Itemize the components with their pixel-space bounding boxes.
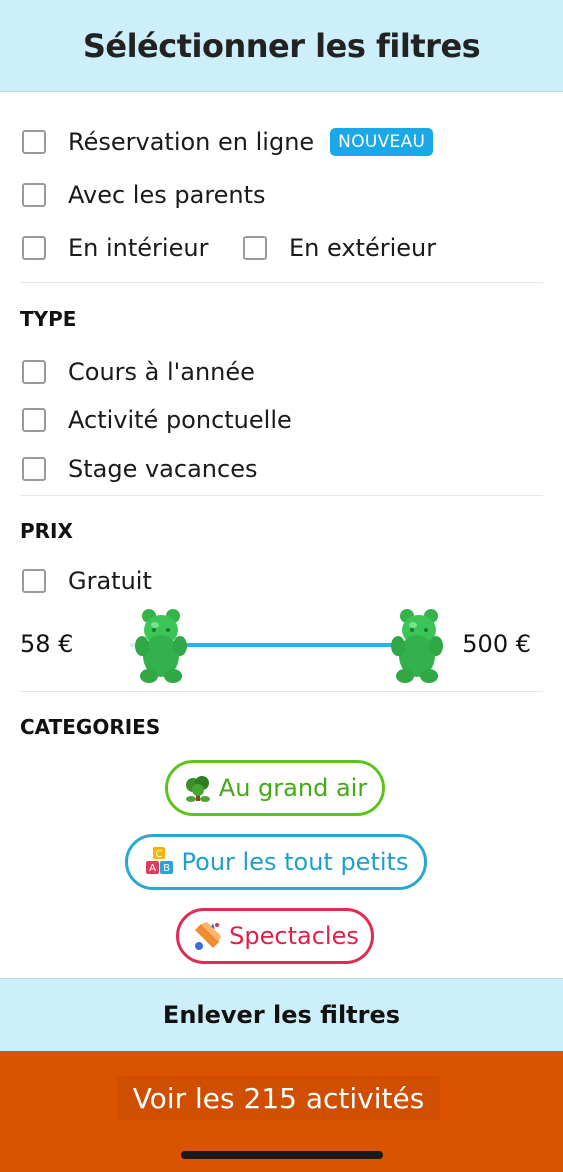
type-section-title: TYPE: [20, 307, 77, 331]
divider: [20, 282, 543, 283]
new-badge: NOUVEAU: [330, 128, 434, 156]
divider: [20, 495, 543, 496]
outdoor-checkbox[interactable]: [243, 236, 267, 260]
category-outdoors-label: Au grand air: [218, 774, 368, 802]
price-slider-track[interactable]: [170, 643, 418, 647]
with-parents-checkbox[interactable]: [22, 183, 46, 207]
svg-text:C: C: [155, 849, 162, 860]
header-bar: Séléctionner les filtres: [0, 0, 563, 92]
with-parents-label: Avec les parents: [68, 181, 266, 209]
one-off-activity-checkbox[interactable]: [22, 408, 46, 432]
svg-text:B: B: [163, 863, 170, 874]
type-option-one-off[interactable]: Activité ponctuelle: [22, 406, 292, 434]
category-shows-label: Spectacles: [229, 922, 359, 950]
type-option-yearly[interactable]: Cours à l'année: [22, 358, 255, 386]
categories-section-title: CATEGORIES: [20, 715, 161, 739]
option-online-booking[interactable]: Réservation en ligne NOUVEAU: [22, 128, 434, 156]
category-toddlers-label: Pour les tout petits: [181, 848, 409, 876]
gummy-bear-icon: [391, 609, 443, 683]
clear-filters-label: Enlever les filtres: [162, 1001, 401, 1029]
price-max-value: 500 €: [462, 630, 531, 658]
price-slider-min-handle[interactable]: [132, 606, 194, 684]
price-min-value: 58 €: [20, 630, 74, 658]
option-outdoor[interactable]: En extérieur: [243, 234, 436, 262]
price-section-title: PRIX: [20, 519, 73, 543]
price-option-free[interactable]: Gratuit: [22, 567, 152, 595]
free-label: Gratuit: [68, 567, 152, 595]
one-off-activity-label: Activité ponctuelle: [68, 406, 292, 434]
online-booking-checkbox[interactable]: [22, 130, 46, 154]
category-outdoors-chip[interactable]: Au grand air: [165, 760, 385, 816]
category-toddlers-chip[interactable]: C A B Pour les tout petits: [125, 834, 427, 890]
yearly-course-label: Cours à l'année: [68, 358, 255, 386]
abc-blocks-icon: C A B: [144, 846, 176, 878]
see-activities-button[interactable]: Voir les 215 activités: [117, 1076, 440, 1120]
option-with-parents[interactable]: Avec les parents: [22, 181, 266, 209]
option-indoor[interactable]: En intérieur: [22, 234, 208, 262]
type-option-holiday-camp[interactable]: Stage vacances: [22, 455, 257, 483]
outdoor-label: En extérieur: [289, 234, 437, 262]
gummy-bear-icon: [135, 609, 187, 683]
category-shows-chip[interactable]: Spectacles: [176, 908, 374, 964]
tree-icon: [183, 773, 213, 803]
yearly-course-checkbox[interactable]: [22, 360, 46, 384]
holiday-camp-label: Stage vacances: [68, 455, 258, 483]
online-booking-label: Réservation en ligne: [68, 128, 315, 156]
indoor-label: En intérieur: [68, 234, 209, 262]
svg-text:A: A: [149, 863, 156, 874]
clear-filters-button[interactable]: Enlever les filtres: [0, 978, 563, 1051]
price-slider-max-handle[interactable]: [386, 606, 448, 684]
see-activities-label: Voir les 215 activités: [132, 1081, 425, 1115]
performing-arts-icon: [191, 920, 223, 952]
divider: [20, 691, 543, 692]
home-indicator: [181, 1151, 383, 1159]
page-title: Séléctionner les filtres: [82, 26, 481, 65]
free-checkbox[interactable]: [22, 569, 46, 593]
holiday-camp-checkbox[interactable]: [22, 457, 46, 481]
indoor-checkbox[interactable]: [22, 236, 46, 260]
